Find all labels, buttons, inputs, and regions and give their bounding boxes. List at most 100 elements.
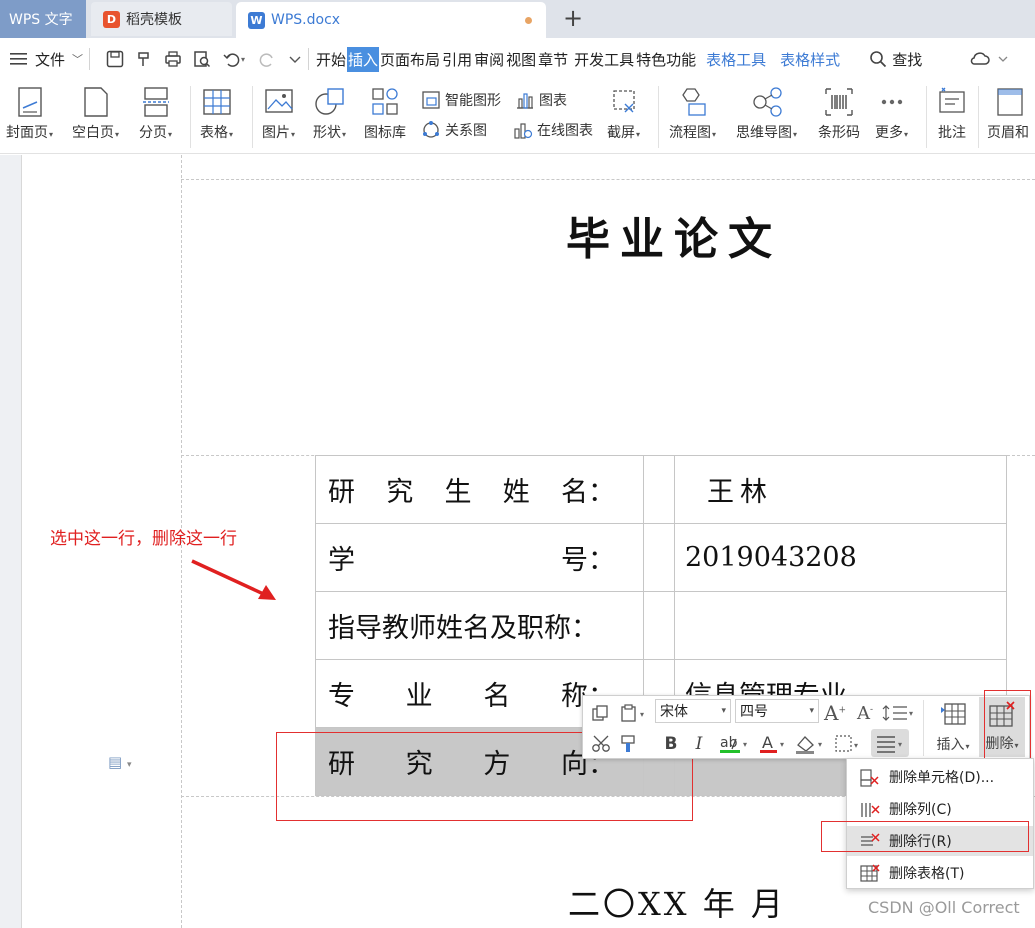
shrink-font-icon[interactable]: A- [853, 701, 877, 725]
screenshot-button[interactable]: 截屏▾ [607, 86, 640, 142]
annotation-delete-box [984, 690, 1031, 762]
highlight-icon[interactable]: ab ▾ [717, 732, 753, 756]
value-cell[interactable] [674, 591, 1007, 660]
comment-button[interactable]: 批注 [936, 86, 968, 142]
format-brush-icon[interactable] [615, 732, 641, 756]
spacer-cell[interactable] [643, 455, 675, 524]
menu-item-label: 删除表格(T) [889, 866, 965, 882]
header-footer-button[interactable]: 页眉和 [987, 86, 1029, 142]
tab-table-tools[interactable]: 表格工具 [705, 47, 767, 72]
ribbon-divider [978, 86, 979, 148]
cover-page-button[interactable]: 封面页▾ [6, 86, 53, 142]
quick-access: ▾ [106, 50, 302, 68]
chart-icon [517, 93, 533, 109]
cloud-menu-chevron-icon[interactable] [997, 50, 1009, 68]
divider [308, 48, 310, 70]
shape-icon [314, 88, 344, 115]
tab-menu-2[interactable]: 页面布局 [379, 47, 441, 72]
insert-table-button[interactable]: 插入▾ [933, 699, 973, 757]
icon-library-button[interactable]: 图标库 [364, 86, 406, 142]
icon-library-icon [372, 88, 398, 115]
file-menu[interactable]: 文件 ﹀ [10, 47, 83, 72]
copy-icon[interactable] [587, 702, 613, 724]
tab-menu-6[interactable]: 章节 [537, 47, 569, 72]
delete-column-icon [861, 803, 880, 817]
label-part: 姓 [502, 477, 530, 508]
customize-toolbar-icon[interactable] [288, 50, 302, 68]
spacer-cell[interactable] [643, 523, 675, 592]
ribbon-divider [658, 86, 659, 148]
online-chart-button[interactable]: 在线图表 [513, 120, 593, 140]
format-painter-icon[interactable] [135, 50, 153, 68]
search-button[interactable]: 查找 [869, 47, 923, 72]
comment-icon [939, 87, 965, 113]
tab-document-label: WPS.docx [271, 12, 341, 28]
label-cell[interactable]: 指导教师姓名及职称： [315, 591, 644, 660]
print-icon[interactable] [164, 50, 182, 68]
tab-table-style[interactable]: 表格样式 [779, 47, 841, 72]
paste-icon[interactable]: ▾ [615, 702, 653, 724]
more-button[interactable]: 更多▾ [875, 86, 908, 142]
tab-menu-0[interactable]: 开始 [315, 47, 347, 72]
table-button[interactable]: 表格▾ [200, 86, 233, 142]
barcode-icon [825, 88, 853, 116]
menu-item-delete-table[interactable]: 删除表格(T) [847, 858, 1033, 888]
delete-whole-table-icon [860, 864, 880, 882]
font-size-select[interactable]: 四号 ▾ [735, 699, 819, 723]
bold-icon[interactable]: B [659, 732, 683, 756]
spacer-cell[interactable] [643, 591, 675, 660]
table-row[interactable]: 研究生姓名： 王林 [315, 455, 1007, 524]
cut-icon[interactable] [588, 732, 614, 756]
cloud-sync-icon[interactable] [969, 50, 991, 68]
align-icon[interactable]: ▾ [871, 729, 909, 757]
tab-menu-1[interactable]: 插入 [347, 46, 380, 72]
chart-label: 图表 [539, 93, 567, 109]
font-color-icon[interactable]: A ▾ [757, 732, 789, 756]
new-tab-plus-icon[interactable]: + [563, 4, 583, 32]
relation-chart-button[interactable]: 关系图 [421, 120, 487, 140]
tab-menu-7[interactable]: 开发工具 [573, 47, 635, 72]
header-footer-icon [997, 88, 1023, 116]
label-cell[interactable]: 学 号： [315, 523, 644, 592]
print-preview-icon[interactable] [193, 50, 211, 68]
table-row[interactable]: 指导教师姓名及职称： [315, 591, 1007, 660]
file-menu-label: 文件 [35, 50, 66, 69]
chart-button[interactable]: 图表 [515, 90, 567, 110]
smart-graphic-icon [422, 91, 440, 109]
tab-menu-3[interactable]: 引用 [441, 47, 473, 72]
picture-button[interactable]: 图片▾ [262, 86, 295, 142]
grow-font-icon[interactable]: A+ [823, 701, 847, 725]
font-name-select[interactable]: 宋体 ▾ [655, 699, 731, 723]
line-spacing-icon[interactable]: ▾ [881, 701, 917, 725]
save-icon[interactable] [106, 50, 124, 68]
menu-item-delete-column[interactable]: 删除列(C) [847, 794, 1033, 824]
smart-graphic-button[interactable]: 智能图形 [421, 90, 501, 110]
undo-icon[interactable]: ▾ [222, 50, 248, 68]
flowchart-button[interactable]: 流程图▾ [669, 86, 716, 142]
label-cell[interactable]: 研究生姓名： [315, 455, 644, 524]
value-cell[interactable]: 2019043208 [674, 523, 1007, 592]
tab-menu-4[interactable]: 审阅 [473, 47, 505, 72]
paragraph-layout-icon[interactable]: ▤ ▾ [108, 753, 131, 771]
menu-tabs: 开始 插入 页面布局 引用 审阅 视图 章节 开发工具 特色功能 [315, 46, 697, 72]
label-part: 号： [561, 545, 615, 576]
italic-icon[interactable]: I [689, 732, 709, 756]
tab-menu-5[interactable]: 视图 [505, 47, 537, 72]
tab-document[interactable]: W WPS.docx [236, 2, 546, 38]
blank-page-button[interactable]: 空白页▾ [72, 86, 119, 142]
tab-wps-writer[interactable]: WPS 文字 [0, 0, 86, 38]
value-cell[interactable]: 王林 [674, 455, 1007, 524]
menu-item-delete-cell[interactable]: 删除单元格(D)... [847, 762, 1033, 792]
shape-button[interactable]: 形状▾ [313, 86, 346, 142]
borders-icon[interactable]: ▾ [833, 732, 863, 756]
value-text: 王林 [707, 477, 773, 508]
tab-template[interactable]: D 稻壳模板 [91, 2, 232, 36]
table-row[interactable]: 学 号： 2019043208 [315, 523, 1007, 592]
barcode-label: 条形码 [818, 125, 860, 141]
tab-menu-8[interactable]: 特色功能 [635, 47, 697, 72]
redo-icon[interactable] [259, 50, 277, 68]
shading-icon[interactable]: ▾ [793, 732, 827, 756]
page-break-button[interactable]: 分页▾ [139, 86, 172, 142]
mindmap-button[interactable]: 思维导图▾ [736, 86, 797, 142]
barcode-button[interactable]: 条形码 [818, 86, 860, 142]
